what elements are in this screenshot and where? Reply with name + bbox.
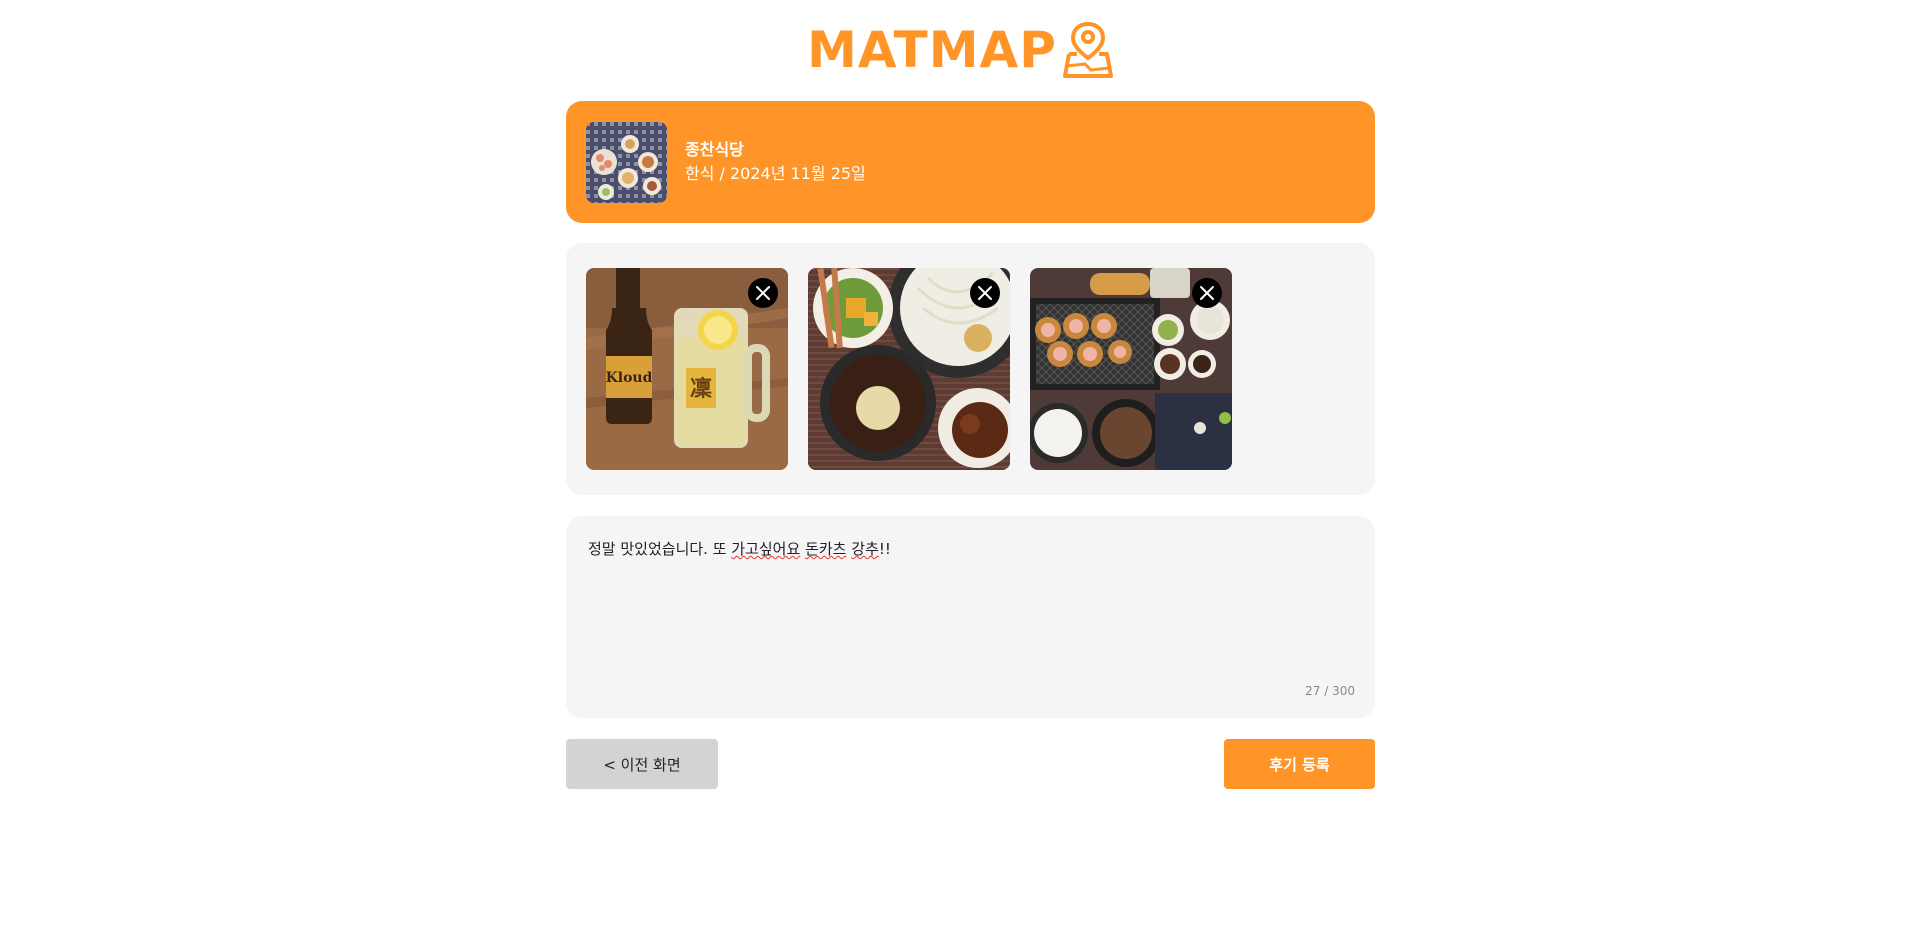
review-textarea-container: 정말 맛있었습니다. 또 가고싶어요 돈카츠 강추!! 27 / 300 [566,516,1375,718]
close-icon [978,286,992,300]
review-text-segment: !! [878,540,891,558]
restaurant-card: 종찬식당 한식 / 2024년 11월 25일 [566,101,1375,223]
svg-text:凜: 凜 [690,376,712,402]
gallery-photo[interactable]: Kloud 凜 [586,268,788,470]
restaurant-meta: 한식 / 2024년 11월 25일 [685,164,866,183]
review-text-misspelled: 가고싶어요 [731,540,801,558]
photo-gallery: Kloud 凜 [566,243,1375,495]
remove-photo-button[interactable] [970,278,1000,308]
svg-text:Kloud: Kloud [606,370,653,386]
header-logo[interactable]: MATMAP [0,20,1920,80]
restaurant-name: 종찬식당 [685,140,744,159]
gallery-photo[interactable] [808,268,1010,470]
submit-review-button[interactable]: 후기 등록 [1224,739,1375,789]
review-textarea[interactable]: 정말 맛있었습니다. 또 가고싶어요 돈카츠 강추!! [588,538,1348,668]
restaurant-thumbnail [586,121,667,203]
close-icon [756,286,770,300]
review-text-misspelled: 강추 [851,540,879,558]
review-text-segment: 정말 맛있었습니다. 또 [588,540,732,558]
close-icon [1200,286,1214,300]
food-thumbnail-image [586,121,667,203]
remove-photo-button[interactable] [748,278,778,308]
gallery-photo[interactable] [1030,268,1232,470]
char-counter: 27 / 300 [1305,684,1355,698]
restaurant-info: 종찬식당 한식 / 2024년 11월 25일 [685,138,866,186]
back-button[interactable]: < 이전 화면 [566,739,718,789]
map-pin-icon [1062,21,1113,78]
review-page: MATMAP 종찬식당 한식 / 2024년 11월 25일 Kloud 凜 정… [0,0,1920,934]
remove-photo-button[interactable] [1192,278,1222,308]
review-text-misspelled: 돈카츠 [805,540,847,558]
logo-text: MATMAP [807,21,1057,79]
